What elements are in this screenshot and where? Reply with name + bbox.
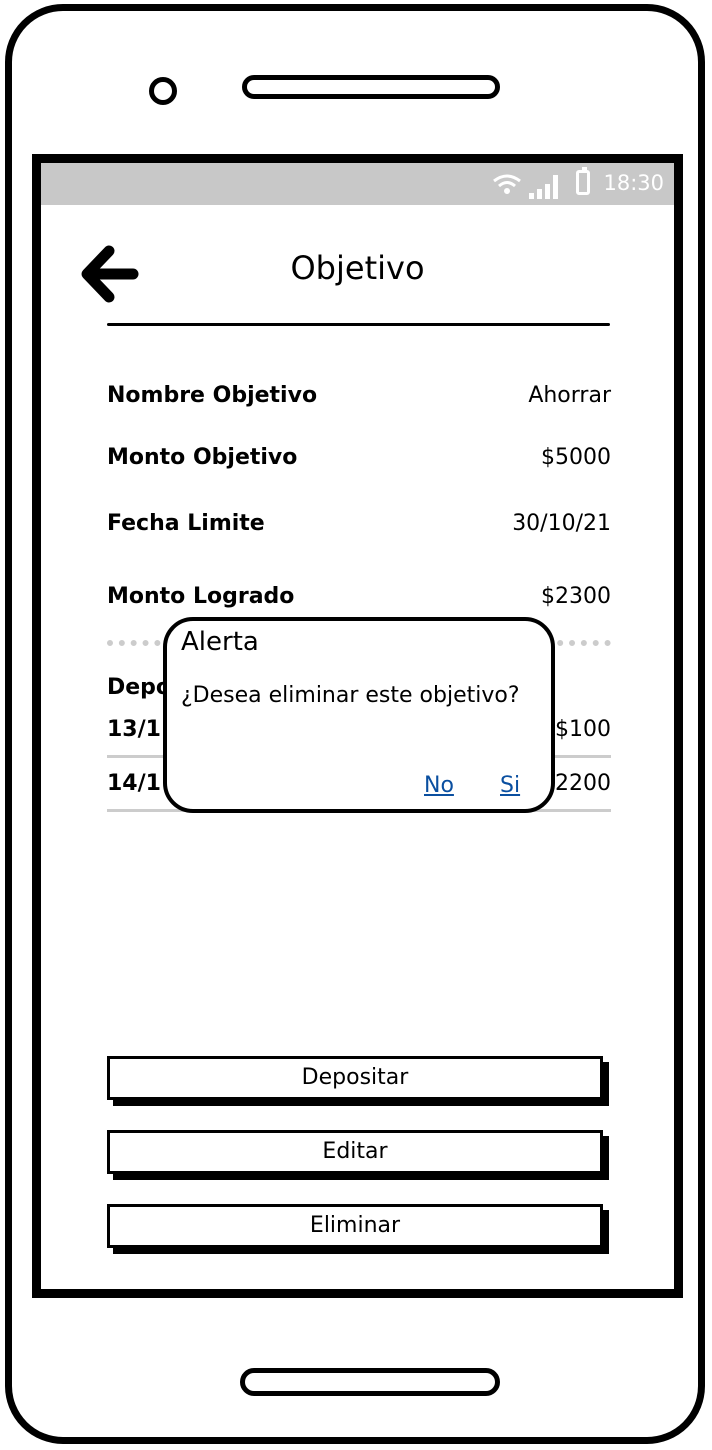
screen: 18:30 Objetivo Nombre Objetivo Ahorrar M…: [32, 154, 683, 1298]
detail-row-achieved: Monto Logrado $2300: [107, 584, 611, 609]
delete-button[interactable]: Eliminar: [107, 1204, 603, 1248]
detail-value: $5000: [541, 445, 611, 470]
detail-value: $2300: [541, 584, 611, 609]
status-bar: 18:30: [41, 163, 674, 205]
deposit-date: 14/1: [107, 771, 161, 796]
dialog-message: ¿Desea eliminar este objetivo?: [181, 683, 520, 708]
detail-label: Fecha Limite: [107, 511, 265, 536]
deposit-date: 13/1: [107, 717, 161, 742]
dialog-no-button[interactable]: No: [424, 773, 454, 798]
camera-icon: [149, 77, 177, 105]
wifi-icon: [493, 174, 521, 194]
deposit-amount: 2200: [555, 771, 611, 796]
detail-row-deadline: Fecha Limite 30/10/21: [107, 511, 611, 536]
detail-label: Monto Logrado: [107, 584, 295, 609]
home-button[interactable]: [240, 1368, 500, 1396]
dialog-title: Alerta: [181, 627, 259, 657]
edit-button[interactable]: Editar: [107, 1130, 603, 1174]
alert-dialog: Alerta ¿Desea eliminar este objetivo? No…: [163, 617, 555, 813]
detail-value: 30/10/21: [512, 511, 611, 536]
deposit-button[interactable]: Depositar: [107, 1056, 603, 1100]
page-title: Objetivo: [290, 249, 425, 287]
status-time: 18:30: [603, 171, 664, 195]
signal-icon: [529, 175, 558, 199]
detail-row-amount: Monto Objetivo $5000: [107, 445, 611, 470]
deposits-header: Depo: [107, 675, 172, 700]
speaker-grille: [242, 75, 500, 99]
detail-value: Ahorrar: [528, 383, 611, 408]
detail-label: Nombre Objetivo: [107, 383, 318, 408]
deposit-amount: $100: [555, 717, 611, 742]
detail-row-name: Nombre Objetivo Ahorrar: [107, 383, 611, 408]
header-divider: [107, 323, 610, 326]
dialog-yes-button[interactable]: Si: [500, 773, 520, 798]
battery-icon: [576, 167, 590, 195]
detail-label: Monto Objetivo: [107, 445, 298, 470]
